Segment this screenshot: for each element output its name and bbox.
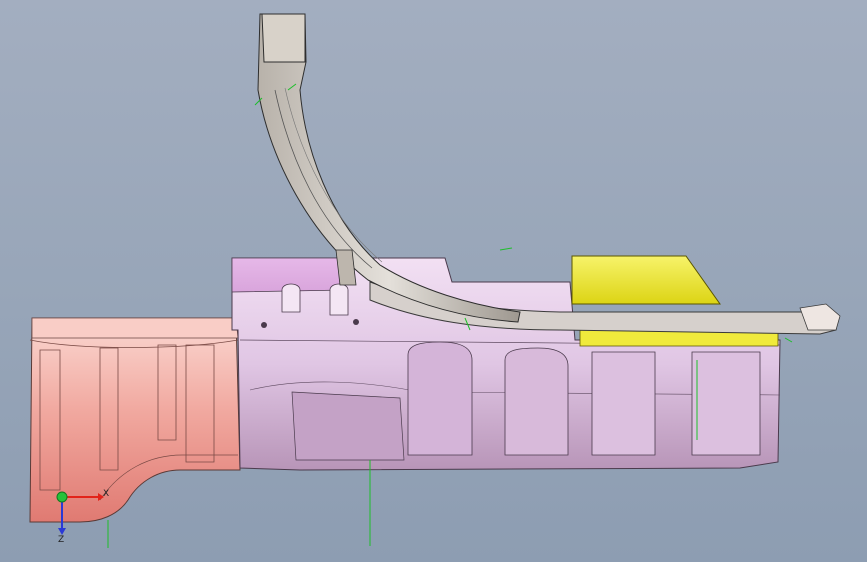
salmon-left-bracket[interactable] [29, 317, 241, 523]
cad-model-drawing [29, 13, 841, 548]
x-axis-label: X [103, 489, 110, 499]
y-axis-dot [56, 491, 68, 503]
z-axis-head [58, 528, 66, 535]
z-axis-label: Z [58, 535, 65, 545]
cad-3d-viewport[interactable]: X Z [0, 0, 867, 562]
